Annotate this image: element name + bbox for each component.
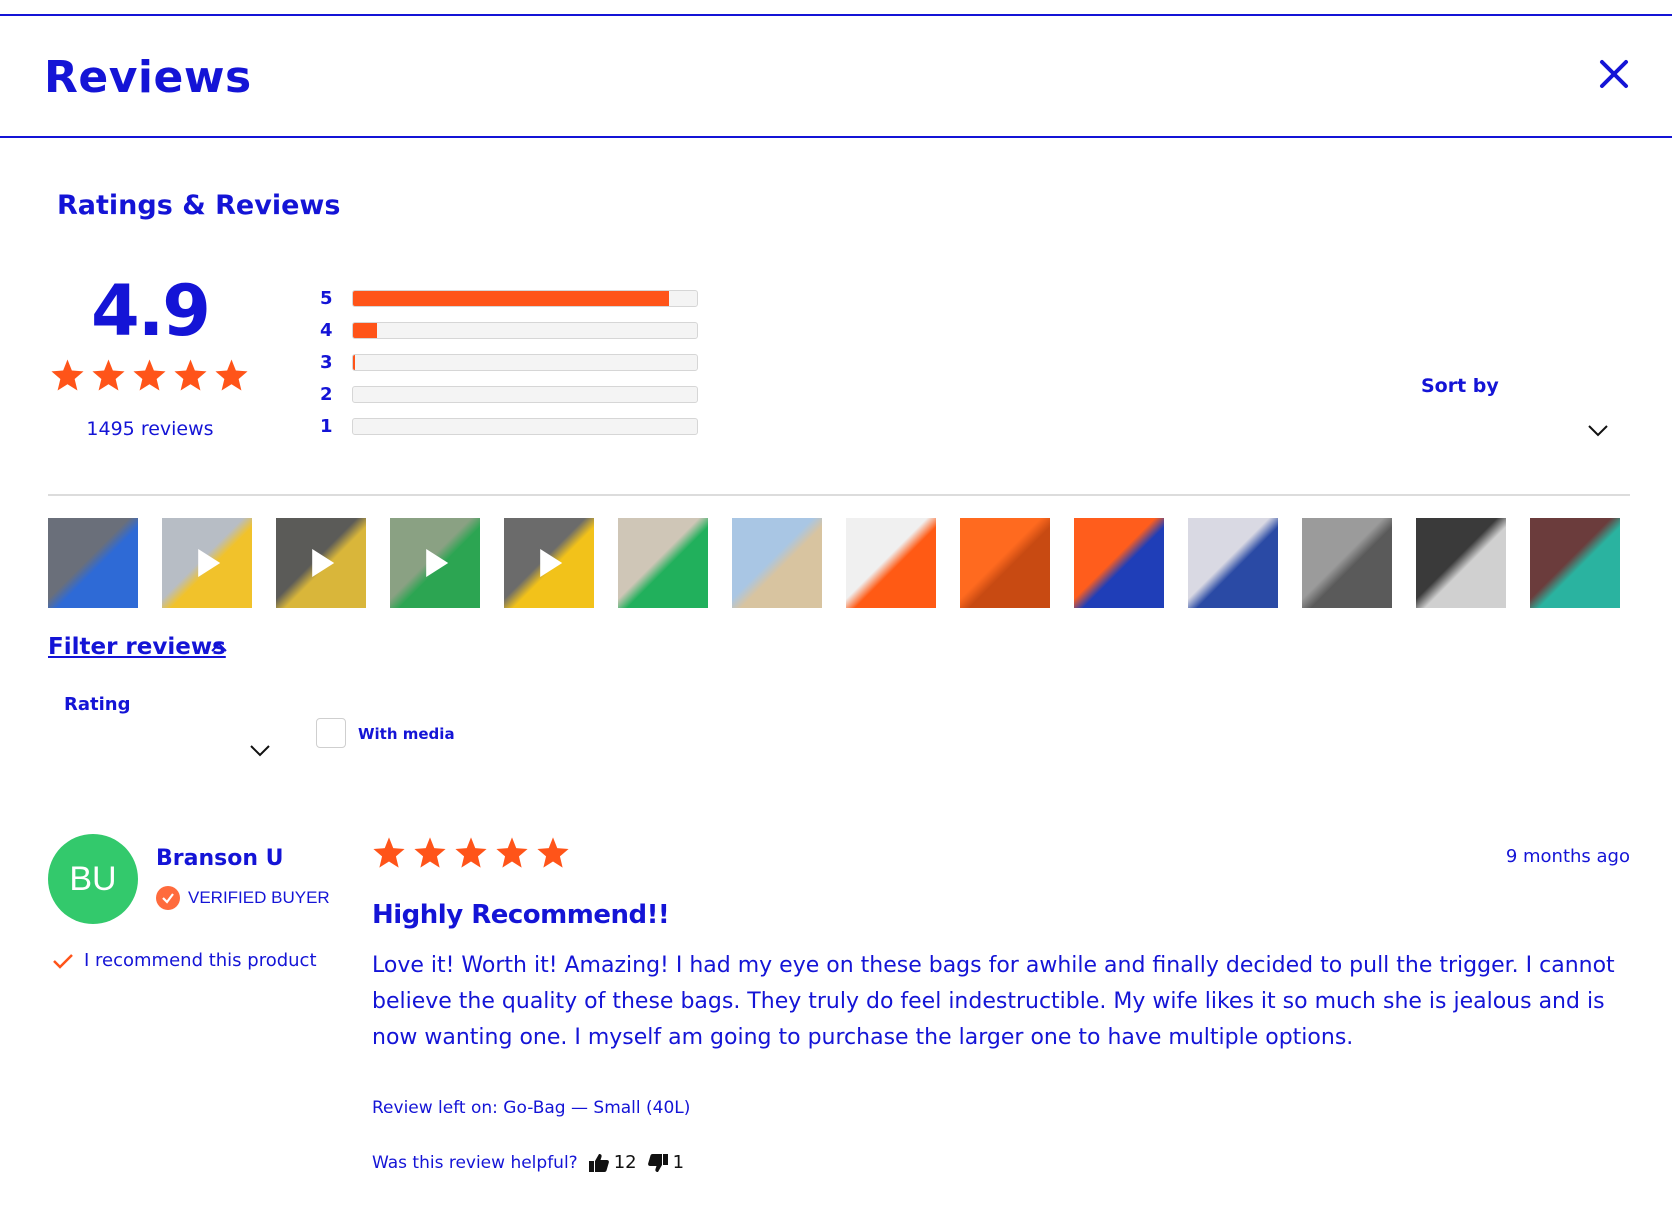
review-author: Branson U <box>156 846 284 871</box>
histogram-label: 2 <box>320 383 333 405</box>
histogram-bar <box>352 385 698 403</box>
histogram-row[interactable]: 4 <box>320 314 698 346</box>
histogram-row[interactable]: 3 <box>320 346 698 378</box>
histogram-row[interactable]: 1 <box>320 410 698 442</box>
chevron-down-icon <box>1588 425 1608 437</box>
average-rating: 4.9 <box>90 270 211 352</box>
play-icon <box>426 549 449 577</box>
histogram-fill <box>353 354 356 370</box>
media-thumbnail[interactable] <box>48 518 138 608</box>
histogram-row[interactable]: 2 <box>320 378 698 410</box>
histogram-bar <box>352 289 698 307</box>
media-thumbnail[interactable] <box>1530 518 1620 608</box>
downvote-count: 1 <box>672 1152 685 1173</box>
histogram-bar <box>352 417 698 435</box>
avatar: BU <box>48 834 138 924</box>
review-count: 1495 reviews <box>86 418 214 440</box>
page-title: Reviews <box>44 52 252 103</box>
star-icon <box>215 359 248 391</box>
verified-buyer-badge: VERIFIED BUYER <box>156 886 330 910</box>
star-icon <box>174 359 207 391</box>
rating-filter-label: Rating <box>64 694 131 715</box>
helpful-row: Was this review helpful? 12 1 <box>372 1152 684 1173</box>
helpful-label: Was this review helpful? <box>372 1152 578 1173</box>
section-title: Ratings & Reviews <box>57 190 341 221</box>
media-thumbnail[interactable] <box>1302 518 1392 608</box>
downvote-button[interactable]: 1 <box>647 1152 684 1173</box>
top-border <box>0 14 1672 16</box>
chevron-up-icon[interactable] <box>210 641 228 653</box>
star-icon <box>133 359 166 391</box>
media-thumbnail[interactable] <box>960 518 1050 608</box>
checkmark-icon <box>53 953 73 969</box>
rating-filter-dropdown[interactable] <box>248 742 272 758</box>
with-media-checkbox[interactable] <box>316 718 346 748</box>
review-body: Love it! Worth it! Amazing! I had my eye… <box>372 953 1615 1050</box>
upvote-count: 12 <box>613 1152 637 1173</box>
chevron-down-icon <box>250 745 270 757</box>
star-icon <box>455 837 487 868</box>
media-thumbnail[interactable] <box>618 518 708 608</box>
average-stars <box>50 358 249 393</box>
close-icon <box>1600 60 1628 88</box>
histogram-label: 1 <box>320 415 333 437</box>
star-icon <box>537 837 569 868</box>
media-thumbnail[interactable] <box>276 518 366 608</box>
thumbs-down-icon <box>647 1153 668 1172</box>
histogram-label: 4 <box>320 319 333 341</box>
recommend-label: I recommend this product <box>84 950 317 971</box>
media-thumbnail[interactable] <box>1074 518 1164 608</box>
play-icon <box>198 549 221 577</box>
histogram-fill <box>353 322 378 338</box>
thumbs-up-icon <box>588 1153 609 1172</box>
verified-label: VERIFIED BUYER <box>188 888 330 907</box>
histogram-label: 3 <box>320 351 333 373</box>
review-date: 9 months ago <box>1505 846 1630 867</box>
media-thumbnail[interactable] <box>846 518 936 608</box>
recommend-note: I recommend this product <box>52 950 317 971</box>
with-media-label: With media <box>358 725 455 743</box>
header-divider <box>0 136 1672 138</box>
sort-label: Sort by <box>1421 375 1499 397</box>
media-thumbnail[interactable] <box>1188 518 1278 608</box>
star-icon <box>414 837 446 868</box>
upvote-button[interactable]: 12 <box>588 1152 637 1173</box>
histogram-label: 5 <box>320 287 333 309</box>
histogram-bar <box>352 321 698 339</box>
review-stars <box>372 836 570 870</box>
histogram-fill <box>353 290 670 306</box>
review-product: Review left on: Go-Bag — Small (40L) <box>372 1098 691 1118</box>
play-icon <box>312 549 335 577</box>
histogram-row[interactable]: 5 <box>320 282 698 314</box>
media-thumbnail[interactable] <box>390 518 480 608</box>
close-button[interactable] <box>1592 52 1636 96</box>
rating-histogram: 5 4 3 2 1 <box>320 282 698 442</box>
filter-reviews-toggle[interactable]: Filter reviews <box>48 634 226 660</box>
media-thumbnail[interactable] <box>162 518 252 608</box>
play-icon <box>540 549 563 577</box>
star-icon <box>92 359 125 391</box>
media-thumbnail[interactable] <box>732 518 822 608</box>
star-icon <box>51 359 84 391</box>
media-thumbnail[interactable] <box>1416 518 1506 608</box>
media-thumbnail[interactable] <box>504 518 594 608</box>
star-icon <box>496 837 528 868</box>
sort-dropdown[interactable] <box>1586 422 1610 438</box>
review-title: Highly Recommend!! <box>372 900 670 930</box>
summary-divider <box>48 494 1630 496</box>
star-icon <box>373 837 405 868</box>
histogram-bar <box>352 353 698 371</box>
verified-check-icon <box>156 886 180 910</box>
media-gallery <box>48 518 1620 608</box>
